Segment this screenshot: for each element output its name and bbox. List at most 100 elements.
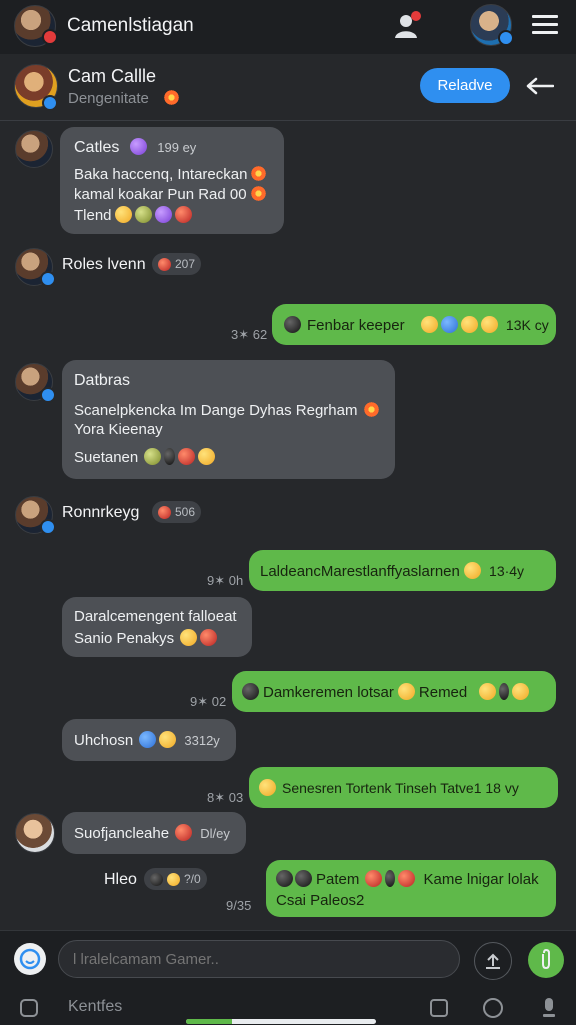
verified-badge xyxy=(40,271,56,287)
message-bubble-outgoing[interactable]: LaldeancMarestlanffyaslarnen 13·4y xyxy=(249,550,556,591)
back-button[interactable] xyxy=(522,72,558,100)
face-emoji-icon xyxy=(480,316,498,333)
message-bubble[interactable]: Catles 199 ey Baka haccenq, Intareckan k… xyxy=(60,127,284,234)
potion-emoji-icon xyxy=(499,683,510,700)
sender-avatar[interactable] xyxy=(15,813,55,853)
bottom-label: Kentfes xyxy=(68,998,123,1015)
sender-name: Ronnrkeyg xyxy=(62,504,140,521)
upload-button[interactable] xyxy=(474,942,512,980)
message-bubble[interactable]: Datbras Scanelpkencka Im Dange Dyhas Reg… xyxy=(62,360,395,479)
message-line: Csai Paleos2 xyxy=(276,892,365,909)
message-line: Sanio Penakys xyxy=(74,629,218,647)
letter-emoji-icon xyxy=(139,731,157,748)
location-button[interactable] xyxy=(480,995,506,1021)
verified-badge xyxy=(498,30,514,46)
message-time: 9✶ 02 xyxy=(190,694,227,709)
reaction-count[interactable]: 207 xyxy=(152,253,202,275)
hand-emoji-icon xyxy=(259,779,276,796)
burst-emoji-icon xyxy=(250,165,268,182)
message-line: kamal koakar Pun Rad 00 xyxy=(74,185,267,203)
sender-name: Hleo xyxy=(104,871,137,888)
potion-emoji-icon xyxy=(385,870,396,887)
reaction-emoji-icon xyxy=(158,505,171,519)
message-line: Scanelpkencka Im Dange Dyhas Regrham xyxy=(74,401,381,419)
paperclip-icon xyxy=(542,949,550,970)
face-emoji-icon xyxy=(167,872,180,886)
message-time: 3✶ 62 xyxy=(231,327,268,342)
reaction-emoji-icon xyxy=(158,257,171,271)
arrow-left-icon xyxy=(526,77,554,95)
burst-emoji-icon xyxy=(363,401,381,418)
message-line: Suofjancleahe Dl/ey xyxy=(74,824,230,842)
sender-name: Roles lvenn xyxy=(62,256,146,273)
image-icon xyxy=(430,999,448,1017)
cross-emoji-icon xyxy=(200,629,218,646)
alien-emoji-icon xyxy=(198,448,216,465)
message-input[interactable] xyxy=(58,940,460,978)
message-line: Patem Kame lnigar lolak xyxy=(276,870,539,888)
message-bubble-outgoing[interactable]: Senesren Tortenk Tinseh Tatve1 18 vy xyxy=(249,767,558,808)
avatar-emoji-icon xyxy=(276,870,293,887)
message-time: 9✶ 0h xyxy=(207,573,244,588)
reaction-emoji-icon xyxy=(150,872,163,886)
verified-badge xyxy=(40,387,56,403)
face-emoji-icon xyxy=(180,629,198,646)
avatar-emoji-icon xyxy=(295,870,312,887)
sender-avatar[interactable] xyxy=(15,130,53,168)
hamburger-icon xyxy=(532,15,558,34)
message-bubble[interactable]: Uhchosn 3312y xyxy=(62,719,236,761)
home-indicator xyxy=(186,1019,376,1024)
stickers-button[interactable] xyxy=(16,995,42,1021)
dark-emoji-icon xyxy=(284,316,301,333)
menu-button[interactable] xyxy=(528,10,562,40)
reaction-count[interactable]: ?/0 xyxy=(144,868,207,890)
message-bubble[interactable]: Daralcemengent falloeat Sanio Penakys xyxy=(62,597,252,657)
message-bubble-outgoing[interactable]: Fenbar keeper 13K cy xyxy=(272,304,556,345)
message-line: Senesren Tortenk Tinseh Tatve1 18 vy xyxy=(259,779,519,796)
message-bubble-outgoing[interactable]: Damkeremen lotsar Remed xyxy=(232,671,556,712)
burst-emoji-icon xyxy=(163,89,181,106)
potion-emoji-icon xyxy=(164,448,176,465)
fire-emoji-icon xyxy=(365,870,383,887)
face-emoji-icon xyxy=(479,683,497,700)
chat-name: Cam Callle xyxy=(68,66,157,86)
voice-button[interactable] xyxy=(536,995,562,1021)
verified-badge xyxy=(42,95,58,111)
people-icon xyxy=(395,11,421,38)
message-bubble[interactable]: Suofjancleahe Dl/ey xyxy=(62,812,246,854)
message-line: Fenbar keeper 13K cy xyxy=(284,316,549,334)
contacts-button[interactable] xyxy=(388,8,424,44)
microphone-icon xyxy=(543,998,555,1017)
face-emoji-icon xyxy=(114,206,132,223)
message-line: LaldeancMarestlanffyaslarnen 13·4y xyxy=(260,562,525,580)
emoji-button[interactable] xyxy=(14,943,46,975)
ball-emoji-icon xyxy=(134,206,152,223)
notification-dot xyxy=(42,29,58,45)
compass-icon xyxy=(483,998,503,1018)
message-line: Suetanen xyxy=(74,448,216,466)
letter-emoji-icon xyxy=(154,206,172,223)
gallery-button[interactable] xyxy=(426,995,452,1021)
purple-emoji-icon xyxy=(129,138,147,155)
cookie-emoji-icon xyxy=(175,824,193,841)
reaction-count[interactable]: 506 xyxy=(152,501,202,523)
message-bubble-outgoing[interactable]: Patem Kame lnigar lolak Csai Paleos2 xyxy=(266,860,556,917)
cookie-emoji-icon xyxy=(398,870,416,887)
ball-emoji-icon xyxy=(144,448,162,465)
face-emoji-icon xyxy=(420,316,438,333)
cookie-emoji-icon xyxy=(174,206,192,223)
message-line: Daralcemengent falloeat xyxy=(74,608,237,625)
dark-emoji-icon xyxy=(242,683,259,700)
sticker-icon xyxy=(20,999,38,1017)
smile-icon xyxy=(19,948,41,970)
message-line: Damkeremen lotsar Remed xyxy=(242,683,530,701)
attach-button[interactable] xyxy=(528,942,564,978)
upload-icon xyxy=(486,953,500,969)
relative-button[interactable]: Reladve xyxy=(420,68,510,103)
message-sender: Datbras xyxy=(74,372,131,389)
burst-emoji-icon xyxy=(249,185,267,202)
face-emoji-icon xyxy=(159,731,177,748)
face-emoji-icon xyxy=(460,316,478,333)
message-sender: Catles 199 ey xyxy=(74,138,197,156)
verified-badge xyxy=(40,519,56,535)
